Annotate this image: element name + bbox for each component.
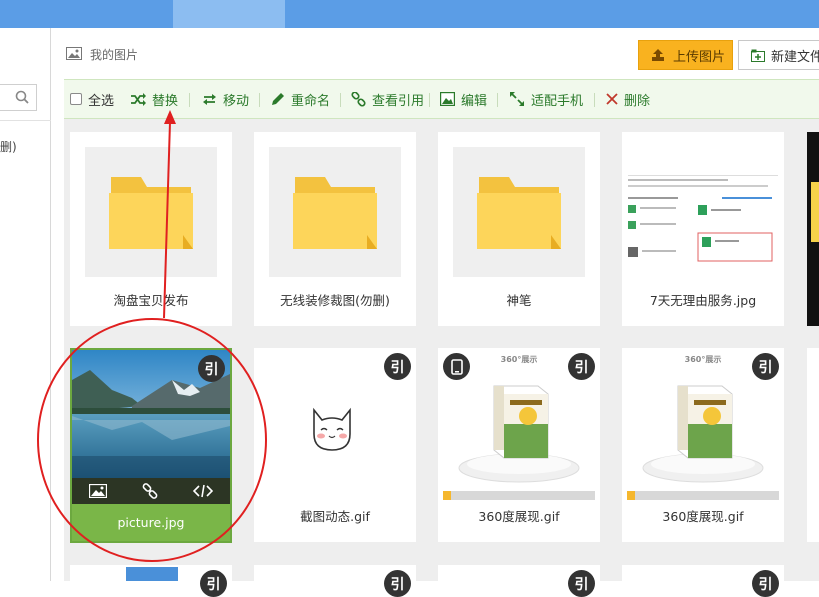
image-icon — [66, 47, 82, 64]
folder-icon — [293, 177, 377, 249]
image-card[interactable]: 引 — [622, 565, 784, 597]
move-icon — [203, 93, 216, 105]
toolbar-divider — [259, 93, 260, 107]
fit-mobile-button[interactable]: 适配手机 — [509, 80, 583, 118]
image-card[interactable]: 引 — [70, 565, 232, 597]
toolbar-divider — [340, 93, 341, 107]
folder-icon — [109, 177, 193, 249]
new-folder-button[interactable]: 新建文件 — [738, 40, 819, 70]
new-folder-icon — [751, 49, 765, 62]
folder-icon — [477, 177, 561, 249]
panel-header: 我的图片 上传图片 新建文件 — [52, 28, 819, 80]
rename-button[interactable]: 重命名 — [271, 80, 330, 118]
toolbar-divider — [189, 93, 190, 107]
item-name: 360度展现.gif — [662, 509, 744, 524]
fit-arrows-icon — [510, 92, 524, 106]
image-card[interactable]: 引 — [254, 565, 416, 597]
upload-label: 上传图片 — [673, 49, 726, 65]
folder-thumbnail — [85, 147, 217, 277]
product-caption: 360°展示 — [500, 355, 538, 364]
move-button[interactable]: 移动 — [202, 80, 249, 118]
item-name: 淘盘宝贝发布 — [113, 293, 189, 308]
picture-edit-icon — [440, 92, 455, 106]
card-actions — [72, 478, 230, 504]
sidebar-search-input[interactable] — [0, 84, 37, 111]
new-folder-label: 新建文件 — [771, 49, 819, 65]
move-label: 移动 — [223, 93, 250, 109]
delete-button[interactable]: 删除 — [606, 80, 650, 118]
image-card[interactable]: 引 360°展示 360度展现.gif — [622, 348, 784, 542]
progress-bar — [443, 491, 595, 500]
product-box-image — [458, 385, 580, 483]
close-icon — [606, 93, 618, 105]
image-card[interactable]: 引 截图动态.gif — [254, 348, 416, 542]
action-toolbar: 全选 替换 移动 重命名 查看引用 编辑 适配手机 删除 — [64, 79, 819, 119]
view-references-label: 查看引用 — [372, 93, 425, 109]
product-box-image — [642, 385, 764, 483]
edit-button[interactable]: 编辑 — [440, 80, 487, 118]
folder-card[interactable]: 无线装修裁图(勿删) — [254, 132, 416, 326]
image-thumbnail — [622, 137, 784, 265]
service-screenshot-image — [622, 137, 782, 265]
link-icon[interactable] — [142, 483, 158, 499]
cat-sticker-image — [313, 407, 351, 451]
reference-badge[interactable]: 引 — [200, 570, 227, 597]
folder-thumbnail — [453, 147, 585, 277]
image-grid: 淘盘宝贝发布 无线装修裁图(勿删) 神笔 7天无理由服务.jpg 引 pictu… — [64, 119, 819, 597]
sidebar-folder-label[interactable]: 删) — [0, 138, 17, 155]
item-name: 360度展现.gif — [478, 509, 560, 524]
link-icon — [351, 91, 366, 107]
shuffle-icon — [131, 92, 146, 106]
picture-icon[interactable] — [89, 484, 108, 498]
selected-image-card[interactable]: 引 picture.jpg — [70, 348, 232, 543]
image-card[interactable]: 引 — [438, 565, 600, 597]
image-card[interactable]: 7天无理由服务.jpg — [622, 132, 784, 326]
page-title: 我的图片 — [90, 48, 139, 62]
edit-label: 编辑 — [461, 93, 488, 109]
image-card[interactable]: 引 360°展示 360度展现.gif — [438, 348, 600, 542]
main-panel: 我的图片 上传图片 新建文件 全选 替换 移动 重命名 查看引用 编辑 适配手机… — [52, 28, 819, 597]
reference-badge[interactable]: 引 — [384, 353, 411, 380]
pencil-icon — [272, 93, 284, 105]
view-references-button[interactable]: 查看引用 — [351, 80, 424, 118]
reference-badge[interactable]: 引 — [198, 355, 225, 382]
rename-label: 重命名 — [291, 93, 331, 109]
code-icon[interactable] — [192, 484, 213, 498]
reference-badge[interactable]: 引 — [568, 570, 595, 597]
toolbar-divider — [497, 93, 498, 107]
item-name: 7天无理由服务.jpg — [649, 293, 757, 308]
progress-fill — [443, 491, 451, 500]
sidebar-divider — [0, 120, 51, 121]
reference-badge[interactable]: 引 — [752, 570, 779, 597]
top-nav-bar — [0, 0, 819, 28]
select-all-label: 全选 — [88, 93, 115, 109]
partial-card-right[interactable] — [807, 132, 819, 326]
replace-label: 替换 — [152, 93, 179, 109]
active-top-tab[interactable] — [173, 0, 285, 28]
item-name: 无线装修裁图(勿删) — [280, 293, 390, 308]
folder-card[interactable]: 淘盘宝贝发布 — [70, 132, 232, 326]
progress-bar — [627, 491, 779, 500]
upload-icon — [652, 49, 664, 61]
progress-fill — [627, 491, 635, 500]
partial-card-right[interactable] — [807, 348, 819, 542]
search-icon[interactable] — [15, 90, 29, 108]
folder-card[interactable]: 神笔 — [438, 132, 600, 326]
toolbar-divider — [429, 93, 430, 107]
folder-thumbnail — [269, 147, 401, 277]
product-caption: 360°展示 — [684, 355, 722, 364]
select-all-checkbox[interactable]: 全选 — [70, 80, 114, 118]
item-name: 截图动态.gif — [300, 509, 370, 524]
delete-label: 删除 — [624, 93, 651, 109]
upload-image-button[interactable]: 上传图片 — [638, 40, 733, 70]
fit-mobile-label: 适配手机 — [531, 93, 584, 109]
replace-button[interactable]: 替换 — [130, 80, 178, 118]
left-sidebar: 删) — [0, 28, 51, 581]
reference-badge[interactable]: 引 — [384, 570, 411, 597]
checkbox-box[interactable] — [70, 93, 82, 105]
item-name: 神笔 — [506, 293, 532, 308]
item-name: picture.jpg — [117, 515, 185, 530]
thumbnail-preview — [126, 567, 178, 581]
toolbar-divider — [594, 93, 595, 107]
